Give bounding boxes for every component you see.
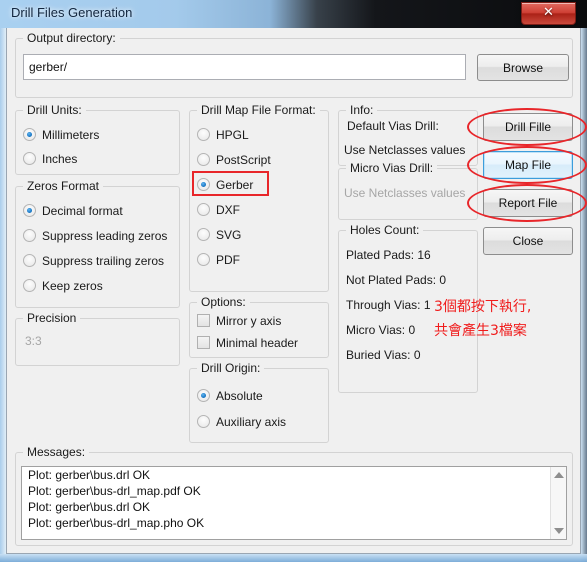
holes-count-label: Holes Count: <box>346 223 424 237</box>
label-zeros-decimal-format: Decimal format <box>42 204 123 218</box>
checkbox-minimal-header[interactable] <box>197 336 210 349</box>
holes-count-buried-vias: Buried Vias: 0 <box>346 348 421 362</box>
drill-origin-label: Drill Origin: <box>197 361 265 375</box>
default-vias-drill-label: Default Vias Drill: <box>344 119 442 133</box>
label-map-format-postscript: PostScript <box>216 153 271 167</box>
message-line: Plot: gerber\bus-drl_map.pho OK <box>28 516 205 530</box>
label-zeros-suppress-leading: Suppress leading zeros <box>42 229 168 243</box>
holes-count-through-vias: Through Vias: 1 <box>346 298 431 312</box>
radio-zeros-keep-zeros[interactable] <box>23 279 36 292</box>
label-zeros-keep-zeros: Keep zeros <box>42 279 103 293</box>
drill-map-format-group: Drill Map File Format: <box>189 103 329 292</box>
drill-units-label: Drill Units: <box>23 103 86 117</box>
messages-scrollbar[interactable] <box>550 467 566 539</box>
window-border-bottom <box>0 554 587 562</box>
report-file-button[interactable]: Report File <box>483 189 573 217</box>
messages-label: Messages: <box>23 445 90 459</box>
close-button[interactable]: Close <box>483 227 573 255</box>
precision-label: Precision <box>23 311 81 325</box>
drill-file-button[interactable]: Drill Fille <box>483 113 573 141</box>
radio-zeros-suppress-trailing[interactable] <box>23 254 36 267</box>
message-line: Plot: gerber\bus.drl OK <box>28 500 151 514</box>
label-drill-origin-absolute: Absolute <box>216 389 263 403</box>
label-zeros-suppress-trailing: Suppress trailing zeros <box>42 254 165 268</box>
scroll-up-icon[interactable] <box>554 472 564 478</box>
browse-button[interactable]: Browse <box>477 54 569 81</box>
messages-textbox[interactable]: Plot: gerber\bus.drl OK Plot: gerber\bus… <box>21 466 567 540</box>
radio-map-format-dxf[interactable] <box>197 203 210 216</box>
label-drill-units-inches: Inches <box>42 152 78 166</box>
info-label: Info: <box>346 103 378 117</box>
label-map-format-svg: SVG <box>216 228 242 242</box>
radio-map-format-hpgl[interactable] <box>197 128 210 141</box>
label-drill-origin-auxiliary: Auxiliary axis <box>216 415 287 429</box>
label-mirror-y-axis: Mirror y axis <box>216 314 282 328</box>
checkbox-mirror-y-axis[interactable] <box>197 314 210 327</box>
title-bar: Drill Files Generation ✕ <box>0 0 587 28</box>
label-map-format-dxf: DXF <box>216 203 240 217</box>
annotation-note-line2: 共會產生3檔案 <box>434 323 527 339</box>
micro-vias-drill-value: Use Netclasses values <box>344 186 466 200</box>
radio-map-format-pdf[interactable] <box>197 253 210 266</box>
radio-map-format-svg[interactable] <box>197 228 210 241</box>
radio-zeros-decimal-format[interactable] <box>23 204 36 217</box>
zeros-format-label: Zeros Format <box>23 179 104 193</box>
radio-drill-units-millimeters[interactable] <box>23 128 36 141</box>
holes-count-plated-pads: Plated Pads: 16 <box>346 248 431 262</box>
radio-drill-origin-auxiliary[interactable] <box>197 415 210 428</box>
label-map-format-gerber: Gerber <box>216 178 254 192</box>
radio-drill-units-inches[interactable] <box>23 152 36 165</box>
micro-vias-drill-label: Micro Vias Drill: <box>346 161 438 175</box>
radio-drill-origin-absolute[interactable] <box>197 389 210 402</box>
drill-origin-group: Drill Origin: <box>189 361 329 443</box>
label-map-format-pdf: PDF <box>216 253 240 267</box>
close-icon: ✕ <box>543 4 554 19</box>
label-minimal-header: Minimal header <box>216 336 299 350</box>
radio-map-format-postscript[interactable] <box>197 153 210 166</box>
dialog-window: Drill Files Generation ✕ Output director… <box>0 0 587 562</box>
window-title: Drill Files Generation <box>11 5 133 20</box>
annotation-note-line1: 3個都按下執行, <box>434 299 532 315</box>
message-line: Plot: gerber\bus.drl OK <box>28 468 151 482</box>
label-map-format-hpgl: HPGL <box>216 128 249 142</box>
label-drill-units-millimeters: Millimeters <box>42 128 100 142</box>
default-vias-drill-value: Use Netclasses values <box>344 143 466 157</box>
close-window-button[interactable]: ✕ <box>521 2 576 25</box>
radio-zeros-suppress-leading[interactable] <box>23 229 36 242</box>
window-border-right <box>581 28 587 562</box>
precision-value: 3:3 <box>25 334 42 348</box>
options-label: Options: <box>197 295 250 309</box>
holes-count-not-plated-pads: Not Plated Pads: 0 <box>346 273 447 287</box>
scroll-down-icon[interactable] <box>554 528 564 534</box>
output-directory-label: Output directory: <box>23 31 120 45</box>
message-line: Plot: gerber\bus-drl_map.pdf OK <box>28 484 201 498</box>
dialog-client-area: Output directory: Browse Drill Units: Mi… <box>6 28 587 554</box>
holes-count-micro-vias: Micro Vias: 0 <box>346 323 416 337</box>
radio-map-format-gerber[interactable] <box>197 178 210 191</box>
output-directory-input[interactable] <box>23 54 466 80</box>
map-file-button[interactable]: Map File <box>483 151 573 179</box>
drill-units-group: Drill Units: <box>15 103 180 175</box>
drill-map-format-label: Drill Map File Format: <box>197 103 320 117</box>
